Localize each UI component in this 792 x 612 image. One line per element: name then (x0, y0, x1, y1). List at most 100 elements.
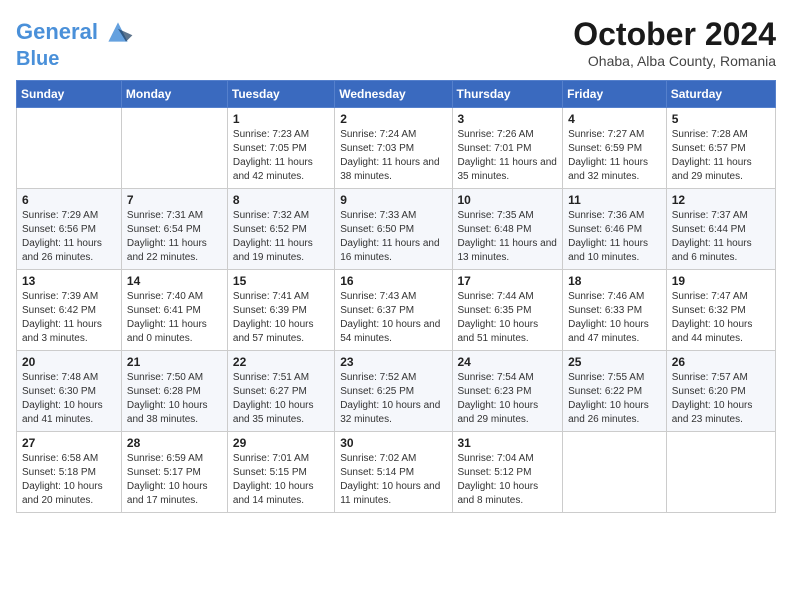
calendar-cell (121, 108, 227, 189)
cell-day-number: 20 (22, 355, 116, 369)
cell-info-text: Sunrise: 7:39 AM Sunset: 6:42 PM Dayligh… (22, 290, 116, 346)
calendar-cell: 6Sunrise: 7:29 AM Sunset: 6:56 PM Daylig… (17, 189, 122, 270)
calendar-cell: 3 Sunrise: 7:26 AM Sunset: 7:01 PM Daylig… (452, 108, 563, 189)
cell-info-text: Sunrise: 6:58 AM Sunset: 5:18 PM Dayligh… (22, 452, 116, 508)
cell-info-text: Sunrise: 7:01 AM Sunset: 5:15 PM Dayligh… (233, 452, 329, 508)
calendar-cell (666, 432, 775, 513)
cell-info-text: Sunrise: 7:31 AM Sunset: 6:54 PM Dayligh… (127, 209, 222, 265)
cell-day-number: 24 (458, 355, 558, 369)
logo-icon (102, 16, 134, 48)
cell-info-text: Sunrise: 7:52 AM Sunset: 6:25 PM Dayligh… (340, 371, 446, 427)
cell-day-number: 25 (568, 355, 661, 369)
weekday-header-cell: Monday (121, 81, 227, 108)
cell-info-text: Sunrise: 7:37 AM Sunset: 6:44 PM Dayligh… (672, 209, 770, 265)
cell-day-number: 4 (568, 112, 661, 126)
cell-day-number: 10 (458, 193, 558, 207)
month-title: October 2024 (573, 16, 776, 53)
calendar-cell: 8 Sunrise: 7:32 AM Sunset: 6:52 PM Daylig… (227, 189, 334, 270)
cell-info-text: Sunrise: 7:02 AM Sunset: 5:14 PM Dayligh… (340, 452, 446, 508)
cell-info-text: Sunrise: 7:44 AM Sunset: 6:35 PM Dayligh… (458, 290, 558, 346)
cell-day-number: 23 (340, 355, 446, 369)
cell-day-number: 7 (127, 193, 222, 207)
weekday-header-cell: Sunday (17, 81, 122, 108)
calendar-cell: 23 Sunrise: 7:52 AM Sunset: 6:25 PM Dayli… (335, 351, 452, 432)
calendar-cell: 14Sunrise: 7:40 AM Sunset: 6:41 PM Dayli… (121, 270, 227, 351)
cell-info-text: Sunrise: 7:46 AM Sunset: 6:33 PM Dayligh… (568, 290, 661, 346)
logo-text-blue: Blue (16, 48, 134, 70)
cell-info-text: Sunrise: 7:26 AM Sunset: 7:01 PM Dayligh… (458, 128, 558, 184)
cell-day-number: 31 (458, 436, 558, 450)
weekday-header-cell: Friday (563, 81, 667, 108)
calendar-cell: 30Sunrise: 7:02 AM Sunset: 5:14 PM Dayli… (335, 432, 452, 513)
location: Ohaba, Alba County, Romania (573, 53, 776, 69)
calendar-cell: 9 Sunrise: 7:33 AM Sunset: 6:50 PM Daylig… (335, 189, 452, 270)
calendar-cell (17, 108, 122, 189)
calendar-cell: 24 Sunrise: 7:54 AM Sunset: 6:23 PM Dayli… (452, 351, 563, 432)
calendar-cell: 10Sunrise: 7:35 AM Sunset: 6:48 PM Dayli… (452, 189, 563, 270)
weekday-header-cell: Saturday (666, 81, 775, 108)
cell-day-number: 28 (127, 436, 222, 450)
cell-day-number: 14 (127, 274, 222, 288)
calendar-cell: 26Sunrise: 7:57 AM Sunset: 6:20 PM Dayli… (666, 351, 775, 432)
calendar-week-row: 20 Sunrise: 7:48 AM Sunset: 6:30 PM Dayli… (17, 351, 776, 432)
calendar-cell: 5 Sunrise: 7:28 AM Sunset: 6:57 PM Daylig… (666, 108, 775, 189)
cell-info-text: Sunrise: 7:54 AM Sunset: 6:23 PM Dayligh… (458, 371, 558, 427)
page-header: General Blue October 2024 Ohaba, Alba Co… (16, 16, 776, 70)
calendar-cell: 17 Sunrise: 7:44 AM Sunset: 6:35 PM Dayli… (452, 270, 563, 351)
weekday-header-row: SundayMondayTuesdayWednesdayThursdayFrid… (17, 81, 776, 108)
logo: General Blue (16, 16, 134, 70)
calendar-cell: 19 Sunrise: 7:47 AM Sunset: 6:32 PM Dayli… (666, 270, 775, 351)
weekday-header-cell: Tuesday (227, 81, 334, 108)
weekday-header-cell: Wednesday (335, 81, 452, 108)
calendar-cell: 25 Sunrise: 7:55 AM Sunset: 6:22 PM Dayli… (563, 351, 667, 432)
calendar-cell: 7 Sunrise: 7:31 AM Sunset: 6:54 PM Daylig… (121, 189, 227, 270)
cell-day-number: 13 (22, 274, 116, 288)
cell-info-text: Sunrise: 7:41 AM Sunset: 6:39 PM Dayligh… (233, 290, 329, 346)
calendar-cell: 22Sunrise: 7:51 AM Sunset: 6:27 PM Dayli… (227, 351, 334, 432)
calendar-cell: 16Sunrise: 7:43 AM Sunset: 6:37 PM Dayli… (335, 270, 452, 351)
calendar-body: 1Sunrise: 7:23 AM Sunset: 7:05 PM Daylig… (17, 108, 776, 513)
calendar-cell: 29 Sunrise: 7:01 AM Sunset: 5:15 PM Dayli… (227, 432, 334, 513)
cell-day-number: 29 (233, 436, 329, 450)
calendar-cell: 31 Sunrise: 7:04 AM Sunset: 5:12 PM Dayli… (452, 432, 563, 513)
calendar-cell: 27Sunrise: 6:58 AM Sunset: 5:18 PM Dayli… (17, 432, 122, 513)
cell-info-text: Sunrise: 7:47 AM Sunset: 6:32 PM Dayligh… (672, 290, 770, 346)
calendar-cell: 11Sunrise: 7:36 AM Sunset: 6:46 PM Dayli… (563, 189, 667, 270)
calendar-cell: 15Sunrise: 7:41 AM Sunset: 6:39 PM Dayli… (227, 270, 334, 351)
cell-day-number: 8 (233, 193, 329, 207)
cell-info-text: Sunrise: 7:57 AM Sunset: 6:20 PM Dayligh… (672, 371, 770, 427)
cell-info-text: Sunrise: 7:04 AM Sunset: 5:12 PM Dayligh… (458, 452, 558, 508)
title-block: October 2024 Ohaba, Alba County, Romania (573, 16, 776, 69)
calendar-cell: 4Sunrise: 7:27 AM Sunset: 6:59 PM Daylig… (563, 108, 667, 189)
cell-day-number: 17 (458, 274, 558, 288)
cell-day-number: 3 (458, 112, 558, 126)
calendar-cell: 1Sunrise: 7:23 AM Sunset: 7:05 PM Daylig… (227, 108, 334, 189)
cell-info-text: Sunrise: 7:48 AM Sunset: 6:30 PM Dayligh… (22, 371, 116, 427)
calendar-table: SundayMondayTuesdayWednesdayThursdayFrid… (16, 80, 776, 513)
calendar-cell (563, 432, 667, 513)
calendar-week-row: 13 Sunrise: 7:39 AM Sunset: 6:42 PM Dayli… (17, 270, 776, 351)
cell-info-text: Sunrise: 7:33 AM Sunset: 6:50 PM Dayligh… (340, 209, 446, 265)
cell-day-number: 12 (672, 193, 770, 207)
cell-info-text: Sunrise: 7:55 AM Sunset: 6:22 PM Dayligh… (568, 371, 661, 427)
calendar-cell: 20 Sunrise: 7:48 AM Sunset: 6:30 PM Dayli… (17, 351, 122, 432)
cell-day-number: 2 (340, 112, 446, 126)
cell-day-number: 21 (127, 355, 222, 369)
calendar-cell: 12 Sunrise: 7:37 AM Sunset: 6:44 PM Dayli… (666, 189, 775, 270)
cell-day-number: 19 (672, 274, 770, 288)
cell-info-text: Sunrise: 7:23 AM Sunset: 7:05 PM Dayligh… (233, 128, 329, 184)
cell-info-text: Sunrise: 7:32 AM Sunset: 6:52 PM Dayligh… (233, 209, 329, 265)
cell-day-number: 9 (340, 193, 446, 207)
cell-day-number: 5 (672, 112, 770, 126)
cell-info-text: Sunrise: 7:28 AM Sunset: 6:57 PM Dayligh… (672, 128, 770, 184)
cell-info-text: Sunrise: 7:43 AM Sunset: 6:37 PM Dayligh… (340, 290, 446, 346)
calendar-week-row: 27Sunrise: 6:58 AM Sunset: 5:18 PM Dayli… (17, 432, 776, 513)
cell-day-number: 18 (568, 274, 661, 288)
cell-info-text: Sunrise: 7:24 AM Sunset: 7:03 PM Dayligh… (340, 128, 446, 184)
weekday-header-cell: Thursday (452, 81, 563, 108)
calendar-cell: 21 Sunrise: 7:50 AM Sunset: 6:28 PM Dayli… (121, 351, 227, 432)
cell-day-number: 11 (568, 193, 661, 207)
calendar-cell: 28Sunrise: 6:59 AM Sunset: 5:17 PM Dayli… (121, 432, 227, 513)
calendar-week-row: 1Sunrise: 7:23 AM Sunset: 7:05 PM Daylig… (17, 108, 776, 189)
cell-info-text: Sunrise: 7:50 AM Sunset: 6:28 PM Dayligh… (127, 371, 222, 427)
